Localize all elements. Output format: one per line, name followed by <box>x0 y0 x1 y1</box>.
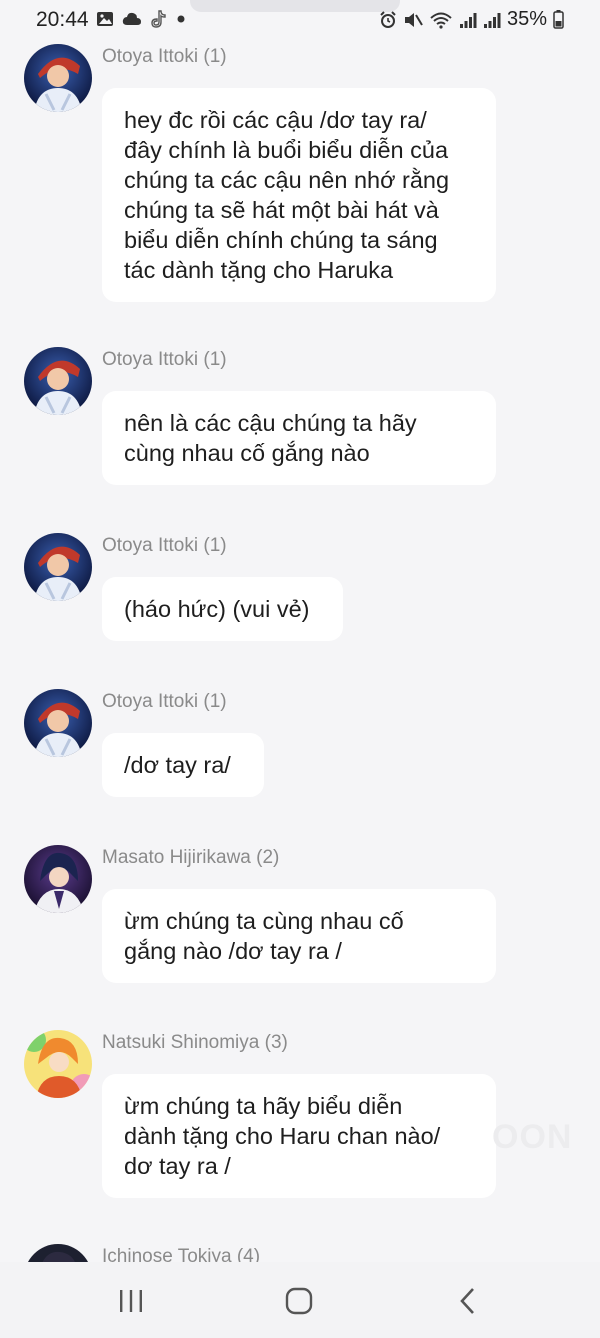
avatar-otoya[interactable] <box>24 44 92 112</box>
message-line: hey đc rồi các cậu /dơ tay ra/ đây chính… <box>124 107 450 283</box>
back-icon <box>460 1288 474 1314</box>
chat-message: Otoya Ittoki (1) hey đc rồi các cậu /dơ … <box>24 44 584 304</box>
watermark: OON <box>492 1118 573 1156</box>
signal-icon <box>483 12 501 28</box>
chat-area[interactable]: Otoya Ittoki (1) hey đc rồi các cậu /dơ … <box>0 0 600 1262</box>
message-line: /dơ tay ra/ <box>124 752 231 778</box>
system-icons: 35% <box>379 8 564 31</box>
dot-icon <box>177 15 185 23</box>
mute-icon <box>404 12 423 27</box>
sender-name: Masato Hijirikawa (2) <box>102 847 280 868</box>
chat-message: Masato Hijirikawa (2) ừm chúng ta cùng n… <box>24 845 584 985</box>
avatar-otoya[interactable] <box>24 347 92 415</box>
avatar-otoya[interactable] <box>24 689 92 757</box>
message-bubble: ừm chúng ta cùng nhau cố gắng nào /dơ ta… <box>102 889 496 983</box>
avatar-masato[interactable] <box>24 845 92 913</box>
chat-message: Otoya Ittoki (1) nên là các cậu chúng ta… <box>24 347 584 487</box>
message-line: nên là các cậu chúng ta hãy cùng nhau cố… <box>124 410 417 466</box>
recent-apps-button[interactable] <box>111 1284 151 1318</box>
sender-name: Otoya Ittoki (1) <box>102 46 227 67</box>
signal-icon <box>459 12 477 28</box>
sender-name: Otoya Ittoki (1) <box>102 349 227 370</box>
avatar-otoya[interactable] <box>24 533 92 601</box>
alarm-icon <box>380 10 396 28</box>
wifi-icon <box>430 12 452 29</box>
notification-handle[interactable] <box>190 0 400 12</box>
message-bubble: hey đc rồi các cậu /dơ tay ra/ đây chính… <box>102 88 496 302</box>
tiktok-icon <box>151 10 166 28</box>
navigation-bar <box>0 1262 600 1338</box>
avatar-tokiya[interactable] <box>24 1244 92 1262</box>
sender-name: Natsuki Shinomiya (3) <box>102 1032 288 1053</box>
back-button[interactable] <box>447 1284 487 1318</box>
home-button[interactable] <box>279 1284 319 1318</box>
message-line: ừm chúng ta cùng nhau cố gắng nào /dơ ta… <box>124 908 404 964</box>
status-time: 20:44 <box>36 8 89 31</box>
home-icon <box>285 1287 313 1315</box>
message-bubble: (háo hức) (vui vẻ) <box>102 577 343 641</box>
message-line: ừm chúng ta hãy biểu diễn dành tặng cho … <box>124 1093 441 1179</box>
message-bubble: ừm chúng ta hãy biểu diễn dành tặng cho … <box>102 1074 496 1198</box>
chat-message: Otoya Ittoki (1) /dơ tay ra/ <box>24 689 584 799</box>
sender-name: Ichinose Tokiya (4) <box>102 1246 261 1262</box>
message-line: (háo hức) (vui vẻ) <box>124 596 310 622</box>
message-bubble: nên là các cậu chúng ta hãy cùng nhau cố… <box>102 391 496 485</box>
cloud-icon <box>122 12 141 25</box>
avatar-natsuki[interactable] <box>24 1030 92 1098</box>
sender-name: Otoya Ittoki (1) <box>102 691 227 712</box>
sender-name: Otoya Ittoki (1) <box>102 535 227 556</box>
battery-percent: 35% <box>506 8 547 30</box>
chat-message: Natsuki Shinomiya (3) ừm chúng ta hãy bi… <box>24 1030 584 1200</box>
notification-icons <box>96 9 186 29</box>
chat-message: Otoya Ittoki (1) (háo hức) (vui vẻ) <box>24 533 584 643</box>
gallery-icon <box>97 12 113 26</box>
recent-apps-icon <box>120 1290 142 1312</box>
status-bar: 20:44 35% <box>0 0 600 40</box>
message-bubble: /dơ tay ra/ <box>102 733 264 797</box>
chat-message: Ichinose Tokiya (4) <box>24 1244 584 1262</box>
battery-icon <box>553 10 564 29</box>
